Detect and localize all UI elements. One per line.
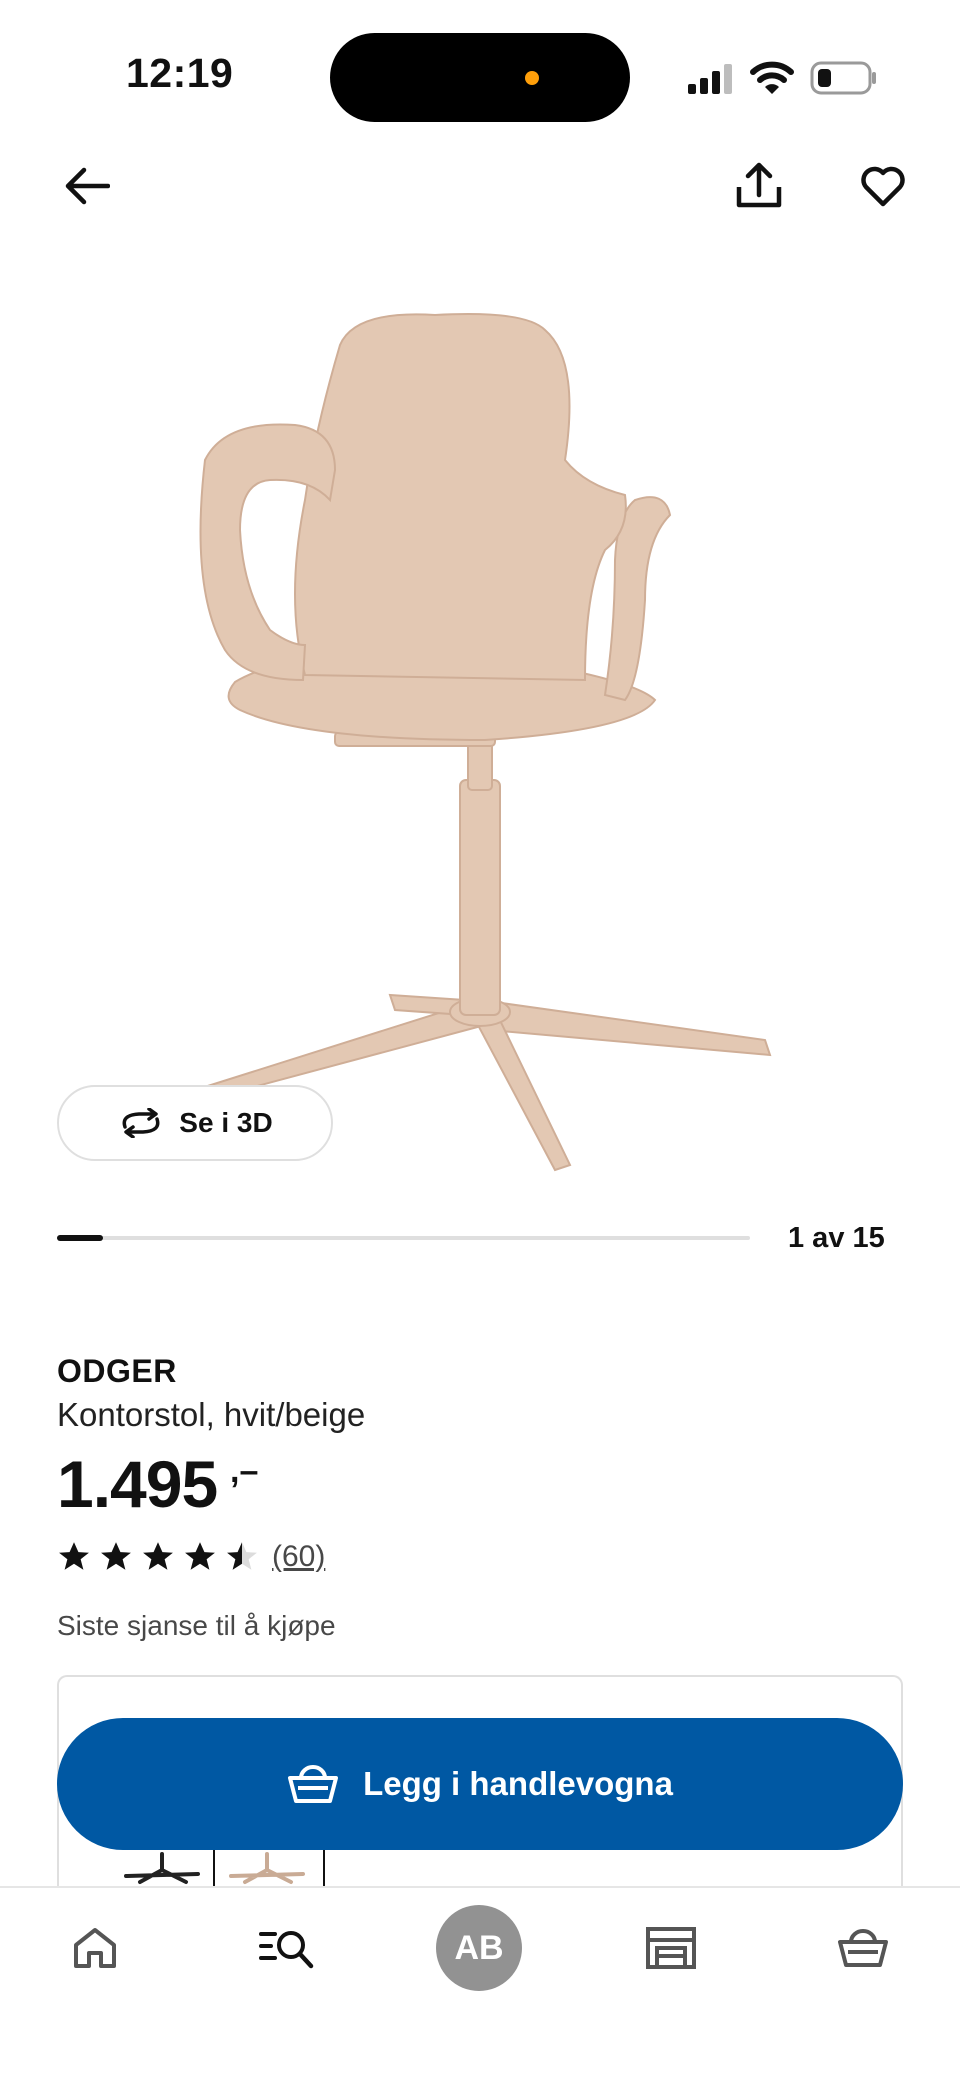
search-list-icon — [259, 1931, 314, 1969]
star-icon — [227, 1542, 257, 1570]
back-button[interactable] — [52, 151, 122, 221]
view-3d-button[interactable]: Se i 3D — [57, 1085, 333, 1161]
privacy-indicator-dot — [525, 71, 539, 85]
rotate-3d-icon — [122, 1108, 160, 1138]
tab-cart[interactable] — [818, 1903, 908, 1993]
price-suffix: ,– — [230, 1452, 259, 1490]
tab-home[interactable] — [50, 1903, 140, 1993]
arrow-left-icon — [65, 167, 110, 205]
gallery-progress-track — [57, 1236, 750, 1240]
product-description: Kontorstol, hvit/beige — [57, 1396, 366, 1433]
add-to-cart-button[interactable]: Legg i handlevogna — [57, 1718, 903, 1850]
bottom-tab-bar: AB — [0, 1886, 960, 2089]
dynamic-island — [330, 33, 630, 122]
cart-icon — [838, 1929, 888, 1967]
favorite-button[interactable] — [848, 151, 918, 221]
star-icon — [59, 1542, 89, 1570]
cellular-signal-icon — [688, 64, 732, 94]
tab-search[interactable] — [242, 1903, 332, 1993]
battery-icon — [810, 61, 876, 95]
home-icon — [74, 1928, 116, 1968]
product-price: 1.495 — [57, 1447, 218, 1521]
product-name: ODGER — [57, 1353, 177, 1389]
chair-base-thumbnail — [229, 1852, 305, 1884]
star-icon — [101, 1542, 131, 1570]
gallery-progress-fill — [57, 1235, 103, 1241]
availability-notice: Siste sjanse til å kjøpe — [57, 1610, 336, 1641]
store-icon — [646, 1927, 696, 1969]
star-icon — [143, 1542, 173, 1570]
gallery-counter: 1 av 15 — [788, 1222, 885, 1254]
rating-stars[interactable] — [57, 1540, 259, 1572]
share-button[interactable] — [724, 151, 794, 221]
add-to-cart-label: Legg i handlevogna — [363, 1765, 673, 1802]
tab-profile[interactable]: AB — [434, 1903, 524, 1993]
star-icon — [185, 1542, 215, 1570]
product-image[interactable] — [185, 300, 785, 1180]
status-time: 12:19 — [126, 50, 234, 96]
view-3d-label: Se i 3D — [179, 1107, 273, 1138]
cart-icon — [288, 1765, 339, 1803]
share-icon — [736, 162, 782, 208]
tab-stores[interactable] — [626, 1903, 716, 1993]
wifi-icon — [750, 61, 794, 94]
review-count-link[interactable]: (60) — [272, 1540, 325, 1574]
chair-base-thumbnail — [124, 1852, 200, 1884]
profile-avatar: AB — [436, 1905, 522, 1991]
heart-icon — [861, 166, 905, 207]
